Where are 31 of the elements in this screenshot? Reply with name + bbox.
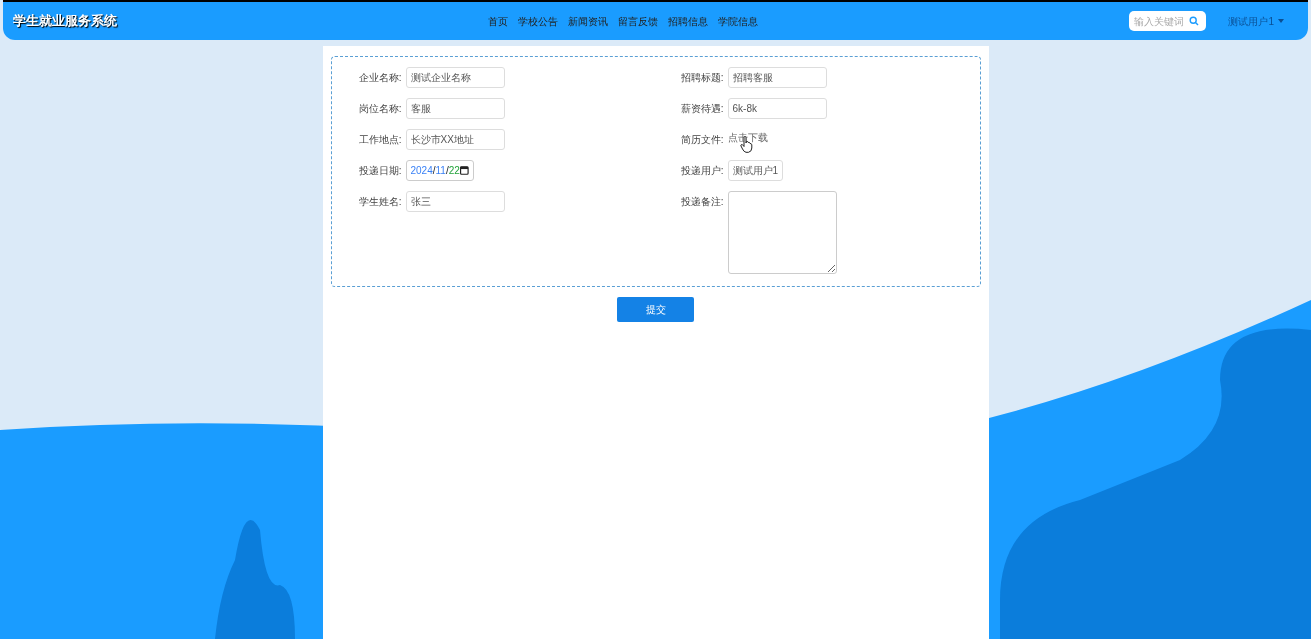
nav-link[interactable]: 首页 xyxy=(483,13,514,29)
field-label: 学生姓名: xyxy=(357,195,402,209)
search-icon[interactable] xyxy=(1189,16,1200,26)
date-field[interactable]: 2024/11/22 xyxy=(405,160,474,181)
nav-link[interactable]: 学校公告 xyxy=(513,13,564,29)
field-label: 企业名称: xyxy=(357,71,402,85)
input-field[interactable]: 张三 xyxy=(405,191,505,212)
nav-link[interactable]: 留言反馈 xyxy=(613,13,664,29)
input-field[interactable]: 测试企业名称 xyxy=(405,67,505,88)
nav-link[interactable]: 新闻资讯 xyxy=(563,13,614,29)
input-field[interactable]: 6k-8k xyxy=(727,98,827,119)
site-title: 学生就业服务系统 xyxy=(13,12,117,31)
search-field[interactable]: 输入关键词 xyxy=(1129,11,1207,31)
caret-icon xyxy=(1278,19,1284,23)
field-label: 招聘标题: xyxy=(679,71,724,85)
field-label: 薪资待遇: xyxy=(679,102,724,116)
nav-link[interactable]: 学院信息 xyxy=(713,13,764,29)
field-label: 岗位名称: xyxy=(357,102,402,116)
field-label: 简历文件: xyxy=(679,133,724,147)
field-label: 投递用户: xyxy=(679,164,724,178)
input-field[interactable]: 长沙市XX地址 xyxy=(405,129,505,150)
field-label: 工作地点: xyxy=(357,133,402,147)
input-field[interactable]: 客服 xyxy=(405,98,505,119)
nav-link[interactable]: 招聘信息 xyxy=(663,13,714,29)
submit-button[interactable]: 提交 xyxy=(617,297,694,322)
input-field[interactable]: 测试用户1 xyxy=(727,160,784,181)
textarea-field[interactable] xyxy=(727,191,837,274)
calendar-icon[interactable] xyxy=(459,166,469,175)
input-field[interactable]: 招聘客服 xyxy=(727,67,827,88)
field-label: 投递备注: xyxy=(679,195,724,209)
field-label: 投递日期: xyxy=(357,164,402,178)
